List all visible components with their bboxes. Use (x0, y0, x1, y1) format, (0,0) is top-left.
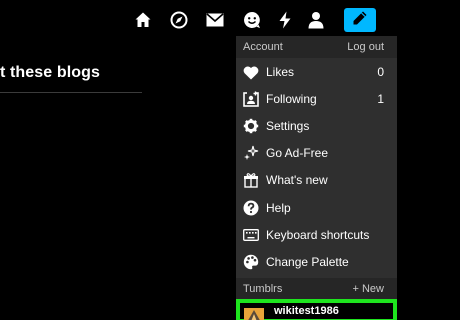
home-icon[interactable] (131, 8, 155, 32)
menu-item-help[interactable]: Help (236, 195, 397, 222)
menu-item-label: Go Ad-Free (266, 146, 329, 160)
menu-item-keyboard-shortcuts[interactable]: Keyboard shortcuts (236, 222, 397, 249)
pencil-icon (352, 10, 368, 31)
menu-item-go-ad-free[interactable]: Go Ad-Free (236, 140, 397, 167)
account-label: Account (243, 41, 283, 53)
menu-item-label: Help (266, 201, 291, 215)
menu-item-whats-new[interactable]: What's new (236, 167, 397, 194)
explore-compass-icon[interactable] (167, 8, 191, 32)
top-navigation (0, 0, 460, 40)
menu-item-following[interactable]: Following 1 (236, 86, 397, 113)
sparkles-icon (243, 145, 259, 161)
account-dropdown-menu: Account Log out Likes 0 Following 1 Sett… (236, 36, 397, 320)
blog-list-item[interactable]: wikitest1986 (236, 299, 397, 320)
inbox-envelope-icon[interactable] (203, 8, 227, 32)
palette-icon (243, 254, 259, 270)
account-section-header: Account Log out (236, 36, 397, 58)
heart-icon (243, 64, 259, 80)
menu-item-settings[interactable]: Settings (236, 113, 397, 140)
avatar (244, 308, 264, 320)
account-person-icon[interactable] (304, 8, 328, 32)
compose-button[interactable] (344, 8, 376, 32)
gear-icon (243, 118, 259, 134)
menu-item-label: Settings (266, 119, 310, 133)
following-count: 1 (377, 92, 384, 106)
new-blog-link[interactable]: + New (353, 283, 385, 295)
blog-name: wikitest1986 (274, 305, 339, 317)
menu-item-label: What's new (266, 173, 328, 187)
heading-divider (0, 92, 142, 93)
menu-item-likes[interactable]: Likes 0 (236, 59, 397, 86)
gift-icon (243, 172, 259, 188)
messaging-smiley-icon[interactable] (240, 8, 264, 32)
activity-lightning-icon[interactable] (273, 8, 297, 32)
menu-item-label: Keyboard shortcuts (266, 228, 370, 242)
menu-item-label: Change Palette (266, 255, 349, 269)
keyboard-icon (243, 227, 259, 243)
likes-count: 0 (377, 65, 384, 79)
menu-item-label: Likes (266, 65, 295, 79)
menu-item-change-palette[interactable]: Change Palette (236, 249, 397, 276)
help-icon (243, 200, 259, 216)
tumblrs-label: Tumblrs (243, 283, 283, 295)
tumblrs-section-header: Tumblrs + New (236, 278, 397, 300)
following-person-icon (243, 91, 259, 107)
logout-link[interactable]: Log out (347, 41, 384, 53)
recommended-blogs-heading: t these blogs (0, 64, 100, 81)
menu-item-label: Following (266, 92, 317, 106)
